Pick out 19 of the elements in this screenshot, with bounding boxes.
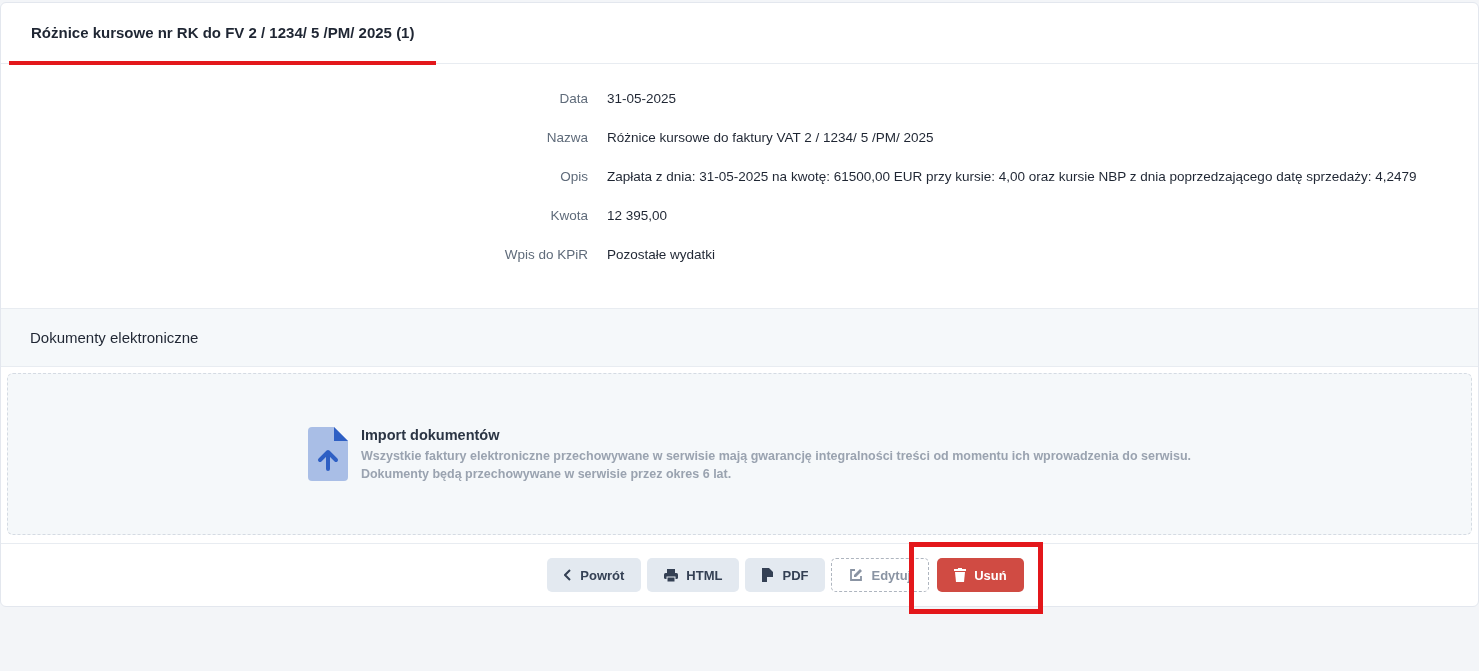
pdf-button[interactable]: PDF bbox=[745, 558, 826, 592]
field-value: 12 395,00 bbox=[607, 208, 668, 223]
delete-button[interactable]: Usuń bbox=[937, 558, 1024, 592]
import-note: Dokumenty będą przechowywane w serwisie przez okres 6 lat. bbox=[360, 467, 733, 481]
section-title: Dokumenty elektroniczne bbox=[30, 329, 199, 346]
field-label: Wpis do KPiR bbox=[503, 247, 588, 262]
import-title: Import dokumentów bbox=[360, 427, 501, 443]
import-note: Wszystkie faktury elektroniczne przechowywane w serwisie mają gwarancję integralności treści od momentu ich wprowadzenia do serwisu. bbox=[360, 449, 1192, 463]
field-value: Pozostałe wydatki bbox=[607, 247, 716, 262]
field-value: Zapłata z dnia: 31-05-2025 na kwotę: 61500,00 EUR przy kursie: 4,00 oraz kursie NBP z dnia poprzedzającego datę sprzedaży: 4,2479 bbox=[607, 169, 1417, 184]
field-label: Data bbox=[558, 91, 588, 106]
back-button[interactable]: Powrót bbox=[547, 558, 642, 592]
print-button[interactable]: HTML bbox=[647, 558, 740, 592]
field-value: Różnice kursowe do faktury VAT 2 / 1234/ 5 /PM/ 2025 bbox=[607, 130, 934, 145]
field-value: 31-05-2025 bbox=[607, 91, 677, 106]
field-label: Kwota bbox=[549, 208, 588, 223]
field-label: Nazwa bbox=[545, 130, 588, 145]
tab[interactable]: Różnice kursowe nr RK do FV 2 / 1234/ 5 /PM/ 2025 (1) bbox=[9, 3, 437, 65]
field-label: Opis bbox=[559, 169, 588, 184]
